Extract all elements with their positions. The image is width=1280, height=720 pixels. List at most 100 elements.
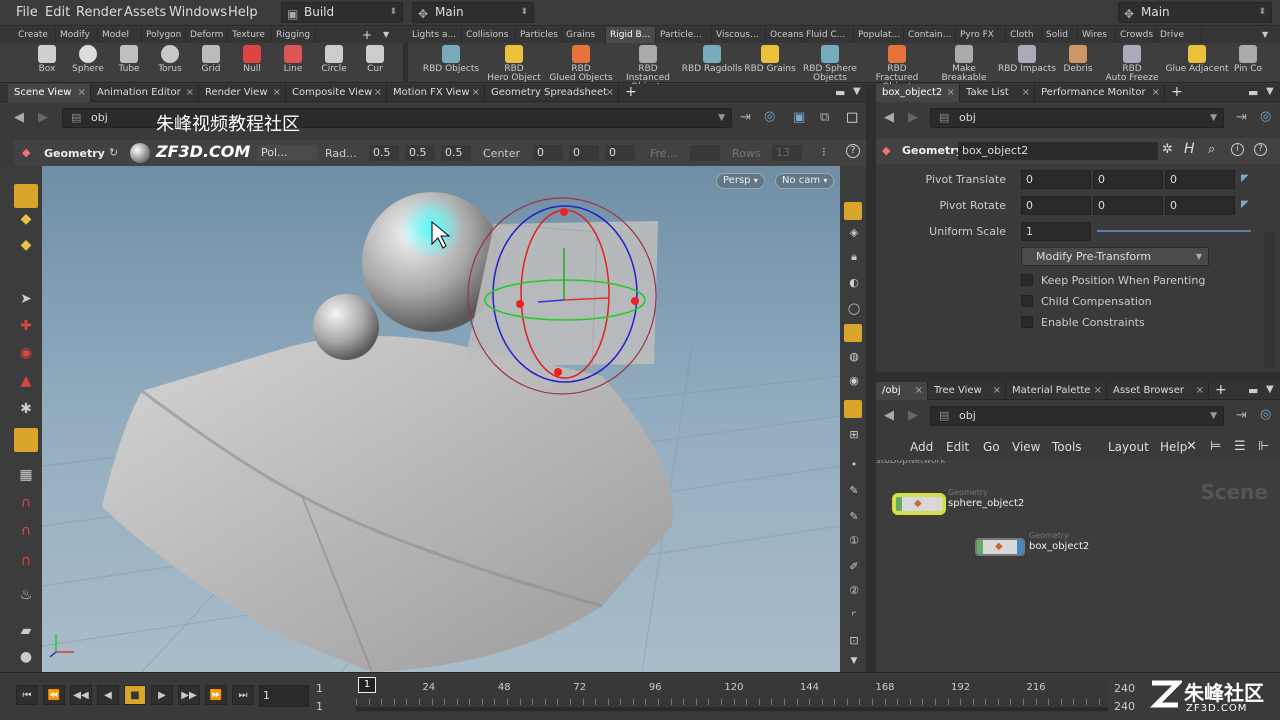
close-icon[interactable]: ×	[78, 84, 86, 101]
network-menu-tools[interactable]: Tools	[1052, 440, 1082, 454]
menu-assets[interactable]: Assets	[124, 5, 166, 20]
layout-icon[interactable]: ⁝	[822, 145, 826, 159]
shelf-tab[interactable]: Drive Si...	[1156, 27, 1202, 56]
menu-render[interactable]: Render	[76, 5, 122, 20]
right-desktop-selector[interactable]: ✥ Main ⬍	[1118, 2, 1272, 23]
start-frame-global[interactable]: 1	[316, 700, 323, 713]
stop-button[interactable]: ■	[124, 685, 146, 705]
box-object2-node[interactable]: ◆	[975, 538, 1025, 556]
shelf-tab[interactable]: Oceans	[766, 27, 803, 43]
more-icon[interactable]: ⊩	[1258, 439, 1269, 454]
end-frame[interactable]: 240	[1114, 682, 1135, 695]
pane-tab[interactable]: Performance Monitor ×	[1035, 84, 1165, 102]
shelf-tool-rbd[interactable]: RBD Sphere Objects	[798, 45, 862, 83]
pane-arrow-icon[interactable]: ▼	[1266, 384, 1274, 395]
chevron-down-icon[interactable]: ▼	[718, 109, 725, 127]
shelf-tab[interactable]: Populat...	[854, 27, 904, 43]
pane-tab[interactable]: box_object2 ×	[876, 84, 960, 102]
tree-icon[interactable]: ⊨	[1210, 439, 1221, 454]
shelf-tab[interactable]: Pyro FX	[956, 27, 1006, 43]
menu-windows[interactable]: Windows	[169, 5, 227, 20]
blank-icon[interactable]: □	[846, 110, 858, 125]
key-icon[interactable]: ◤	[1241, 199, 1249, 210]
add-tab-icon[interactable]: +	[1215, 382, 1227, 398]
shelf-tool-rbd[interactable]: RBD Objects	[419, 45, 483, 74]
shelf-tab[interactable]: Create	[14, 27, 56, 43]
menu-help[interactable]: Help	[228, 5, 258, 20]
close-icon[interactable]: ×	[993, 382, 1001, 399]
center-y-field[interactable]: 0	[569, 145, 599, 161]
close-icon[interactable]: ×	[472, 84, 480, 101]
close-icon[interactable]: ×	[1022, 84, 1030, 101]
network-menu-edit[interactable]: Edit	[946, 440, 969, 454]
back-icon[interactable]: ◀	[884, 110, 894, 125]
shelf-tab[interactable]: Texture	[228, 27, 272, 43]
chevron-down-icon[interactable]: ▼	[1262, 30, 1268, 39]
snap-option-active[interactable]	[844, 400, 862, 418]
select-tool-active[interactable]	[14, 184, 38, 208]
back-icon[interactable]: ◀	[14, 110, 24, 125]
shading-icon[interactable]: ◐	[846, 276, 862, 292]
close-icon[interactable]: ×	[947, 84, 955, 101]
bulb-icon[interactable]: ◍	[846, 350, 862, 366]
shelf-tab[interactable]: Contain...	[904, 27, 956, 43]
shelf-tool-rbd[interactable]: Pin Co	[1216, 45, 1280, 74]
sculpt-tool-icon[interactable]: ●	[16, 648, 36, 666]
h-icon[interactable]: H	[1184, 141, 1195, 157]
select-geo-icon[interactable]: ◆	[16, 210, 36, 228]
uniform-scale-slider[interactable]	[1097, 230, 1251, 232]
forward-icon[interactable]: ▶	[908, 110, 918, 125]
shelf-tool-sphere[interactable]: Sphere	[68, 45, 108, 74]
close-icon[interactable]: ×	[915, 382, 923, 399]
pane-menu-icon[interactable]: ▬	[1248, 86, 1258, 99]
camera-menu[interactable]: No cam ▾	[775, 173, 835, 189]
close-icon[interactable]: ×	[374, 84, 382, 101]
pin-icon[interactable]: ⇥	[1236, 408, 1247, 423]
radius-y-field[interactable]: 0.5	[405, 145, 435, 161]
arrow-tool-icon[interactable]: ➤	[16, 290, 36, 308]
shelf-tab[interactable]: Wires	[1078, 27, 1116, 43]
info-icon[interactable]: i	[1231, 143, 1244, 156]
magnet3-tool-icon[interactable]: ∩	[16, 552, 36, 570]
pivot-rotate-x[interactable]: 0	[1021, 196, 1091, 215]
close-icon[interactable]: ×	[1094, 382, 1102, 399]
forward-icon[interactable]: ▶	[38, 110, 48, 125]
help-icon[interactable]: ?	[1254, 143, 1267, 156]
pane-arrow-icon[interactable]: ▼	[853, 86, 861, 97]
shelf-tab[interactable]: Particle...	[656, 27, 712, 43]
frame-icon[interactable]: ⌜	[846, 610, 862, 626]
add-tab-icon[interactable]: +	[625, 84, 637, 100]
link-icon[interactable]: ◎	[764, 109, 775, 124]
node-name-field[interactable]: box_object2	[958, 142, 1158, 160]
shelf-tab[interactable]: Viscous...	[712, 27, 766, 43]
primitive-type-select[interactable]: Pol...	[257, 145, 317, 161]
shelf-tool-circle[interactable]: Circle	[314, 45, 354, 74]
chevron-down-icon[interactable]: ▼	[1210, 109, 1217, 127]
pane-tab[interactable]: Material Palette ×	[1006, 382, 1107, 400]
pane-tab[interactable]: Animation Editor ×	[91, 84, 199, 102]
pane-tab[interactable]: Geometry Spreadsheet ×	[485, 84, 619, 102]
timeline-ruler[interactable]: 1 24 48 72 96 120 144 168 192 216	[356, 677, 1108, 713]
shelf-tab[interactable]: Deform	[186, 27, 228, 43]
shelf-tool-rbd[interactable]: Make Breakable	[932, 45, 996, 83]
search-icon[interactable]: ⌕	[1208, 142, 1215, 157]
h-splitter[interactable]	[876, 372, 1280, 382]
pivot-translate-z[interactable]: 0	[1165, 170, 1235, 189]
pane-tab[interactable]: Render View ×	[199, 84, 286, 102]
pivot-translate-x[interactable]: 0	[1021, 170, 1091, 189]
desktop-selector[interactable]: ▣ Build ⬍	[281, 2, 403, 23]
pane-tab[interactable]: Composite View ×	[286, 84, 387, 102]
rows-field[interactable]: 13	[772, 145, 802, 161]
play-button[interactable]: ▶	[151, 685, 173, 705]
network-menu-add[interactable]: Add	[910, 440, 933, 454]
shelf-tab[interactable]: Solid	[1042, 27, 1078, 43]
pivot-translate-y[interactable]: 0	[1093, 170, 1163, 189]
keep-position-checkbox[interactable]	[1021, 274, 1033, 286]
close-icon[interactable]: ×	[186, 84, 194, 101]
num2-icon[interactable]: ②	[846, 584, 862, 600]
step-back-key-button[interactable]: ⏪	[43, 685, 65, 705]
path-field[interactable]: obj ▤ ▼	[930, 406, 1224, 426]
pin-icon[interactable]: ⇥	[1236, 110, 1247, 125]
back-icon[interactable]: ◀	[884, 408, 894, 423]
copy-icon[interactable]: ⧉	[820, 110, 829, 125]
